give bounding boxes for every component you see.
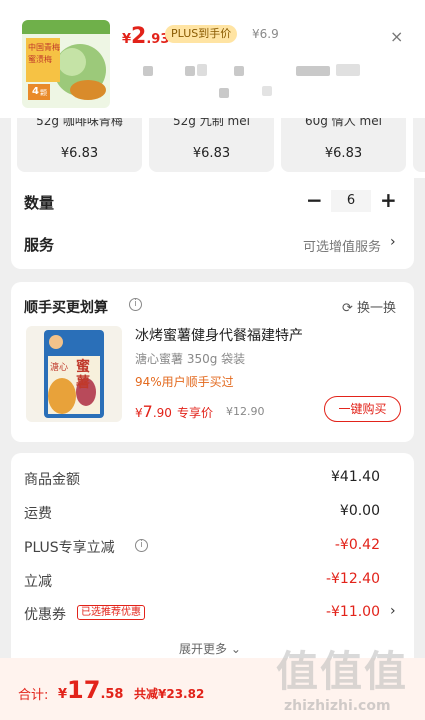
plus-price-badge: PLUS到手价 <box>165 25 238 43</box>
total-saved: 共减¥23.82 <box>134 687 205 701</box>
coupon-chevron-icon[interactable]: › <box>390 603 396 619</box>
header-price-symbol: ¥ <box>122 32 132 47</box>
bundle-product-price: ¥7.90 <box>135 402 172 421</box>
info-icon[interactable]: i <box>129 298 142 311</box>
fee-value-shipping: ¥0.00 <box>339 503 380 519</box>
one-click-buy-button[interactable]: 一键购买 <box>324 396 401 422</box>
plus-info-icon[interactable]: i <box>135 539 148 552</box>
total-int: 17 <box>67 676 101 704</box>
bundle-product-percent: 94%用户顺手买过 <box>135 375 234 389</box>
service-label: 服务 <box>24 236 55 254</box>
fee-label-coupon: 优惠券 <box>24 607 66 623</box>
refresh-icon: ⟳ <box>342 301 353 316</box>
price-int: 7 <box>142 402 153 421</box>
total-symbol: ¥ <box>58 687 68 702</box>
variant-card-partial[interactable] <box>413 118 425 172</box>
watermark-logo: 值值值 <box>276 647 409 696</box>
total-price: ¥17.58 <box>58 676 123 704</box>
fee-label-plus: PLUS专享立减 <box>24 540 115 556</box>
variant-name: 60g 情人 mei <box>305 118 382 128</box>
bundle-product-image[interactable]: 溏心 蜜 薯 <box>26 326 122 422</box>
swap-label: 换一换 <box>357 301 397 316</box>
product-thumbnail: 中国青梅 蜜渍梅 4 颗 <box>22 20 110 108</box>
img-text-1: 溏心 <box>50 363 69 373</box>
watermark-url: zhizhizhi.com <box>284 698 391 714</box>
blurred-spec <box>336 64 360 76</box>
header-original-price: ¥6.9 <box>252 27 279 41</box>
thumb-text-1: 中国青梅 <box>28 43 60 52</box>
fee-label-shipping: 运费 <box>24 506 52 522</box>
blurred-spec <box>234 66 244 76</box>
variant-price: ¥6.83 <box>192 146 231 161</box>
fee-value-coupon[interactable]: -¥11.00 <box>326 604 380 620</box>
blurred-spec <box>197 64 207 76</box>
header-price: ¥2.93 <box>122 24 169 49</box>
quantity-input[interactable]: 6 <box>331 190 371 212</box>
thumb-text-2: 蜜渍梅 <box>28 55 52 64</box>
price-symbol: ¥ <box>135 406 143 420</box>
fee-label-goods: 商品金额 <box>24 472 80 488</box>
bundle-original-price: ¥12.90 <box>226 405 265 418</box>
thumb-text-3-unit: 颗 <box>40 89 47 97</box>
variant-name: 52g 九制 mei <box>173 118 250 128</box>
price-dec: .90 <box>152 406 172 420</box>
blurred-spec <box>143 66 153 76</box>
variant-card[interactable]: 52g 咖啡味青梅 ¥6.83 <box>17 118 142 172</box>
blurred-spec <box>262 86 272 96</box>
quantity-label: 数量 <box>24 194 55 212</box>
swap-button[interactable]: ⟳ 换一换 <box>342 297 396 316</box>
coupon-recommended-badge: 已选推荐优惠 <box>77 605 145 620</box>
img-text-3: 薯 <box>76 375 90 391</box>
bundle-product-title[interactable]: 冰烤蜜薯健身代餐福建特产 <box>135 325 303 345</box>
thumb-text-3: 4 <box>32 86 39 97</box>
fee-label-discount: 立减 <box>24 574 52 590</box>
variant-card[interactable]: 52g 九制 mei ¥6.83 <box>149 118 274 172</box>
variant-price: ¥6.83 <box>60 146 99 161</box>
bundle-product-subtitle: 溏心蜜薯 350g 袋装 <box>135 352 246 366</box>
service-option[interactable]: 可选增值服务 <box>303 236 381 255</box>
fee-value-discount: -¥12.40 <box>325 571 380 587</box>
variant-price: ¥6.83 <box>324 146 363 161</box>
blurred-spec <box>185 66 195 76</box>
total-dec: .58 <box>100 687 124 702</box>
exclusive-price-tag: 专享价 <box>177 406 214 420</box>
quantity-plus-button[interactable]: + <box>380 188 397 212</box>
blurred-spec <box>219 88 229 98</box>
variant-name: 52g 咖啡味青梅 <box>36 118 123 128</box>
quantity-minus-button[interactable]: − <box>306 188 323 212</box>
total-label: 合计: <box>18 688 49 703</box>
fee-value-plus: -¥0.42 <box>334 537 380 553</box>
fee-value-goods: ¥41.40 <box>331 469 380 485</box>
watermark: 值值值 zhizhizhi.com <box>276 638 425 720</box>
header-price-int: 2 <box>131 24 147 49</box>
service-chevron-icon[interactable]: › <box>390 234 396 250</box>
variant-list: 52g 咖啡味青梅 ¥6.83 52g 九制 mei ¥6.83 60g 情人 … <box>11 118 425 178</box>
expand-more-button[interactable]: 展开更多 ⌄ <box>179 640 241 657</box>
close-icon[interactable]: × <box>390 27 403 46</box>
blurred-spec <box>296 66 330 76</box>
variant-card[interactable]: 60g 情人 mei ¥6.83 <box>281 118 406 172</box>
bundle-title: 顺手买更划算 <box>24 300 108 316</box>
